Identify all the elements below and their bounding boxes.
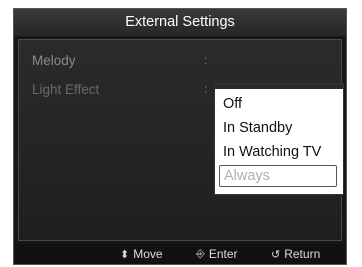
tv-menu-screen: External Settings Melody : Light Effect … <box>13 8 347 265</box>
option-off[interactable]: Off <box>219 93 337 115</box>
melody-options-dropdown[interactable]: Off In Standby In Watching TV Always <box>214 83 344 195</box>
setting-melody-label[interactable]: Melody <box>32 53 76 68</box>
enter-hint: ⎆ Enter <box>196 247 238 261</box>
enter-icon: ⎆ <box>196 247 205 260</box>
return-hint: ↺ Return <box>271 247 320 261</box>
enter-label: Enter <box>208 247 238 261</box>
title-bar: External Settings <box>14 9 346 37</box>
setting-light-effect-label[interactable]: Light Effect <box>32 82 99 97</box>
move-label: Move <box>133 247 163 261</box>
settings-panel: Melody : Light Effect : Off In Standby I… <box>18 39 344 241</box>
option-in-standby[interactable]: In Standby <box>219 117 337 139</box>
setting-melody-separator: : <box>204 53 208 67</box>
setting-light-effect-separator: : <box>204 82 208 96</box>
up-down-arrow-icon: ⬍ <box>120 248 130 261</box>
dropdown-header-bar <box>215 84 343 89</box>
option-in-watching-tv[interactable]: In Watching TV <box>219 141 337 163</box>
page-title: External Settings <box>125 14 235 30</box>
return-icon: ↺ <box>271 248 281 261</box>
option-always-selected[interactable]: Always <box>219 165 337 187</box>
move-hint: ⬍ Move <box>120 247 163 261</box>
return-label: Return <box>284 247 321 261</box>
footer-hint-bar: ⬍ Move ⎆ Enter ↺ Return <box>14 244 346 264</box>
